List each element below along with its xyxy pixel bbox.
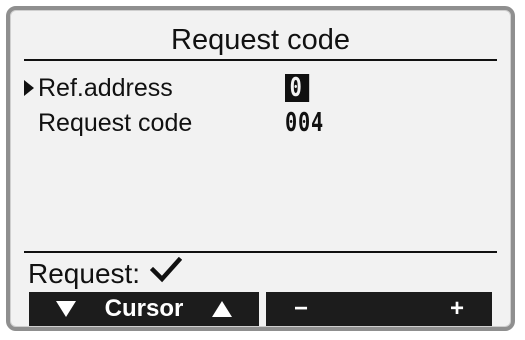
field-label: Ref.address [38,74,173,102]
softkey-bar: Cursor − + [29,292,492,326]
request-code-value: 004 [285,108,324,138]
cursor-softkey[interactable]: Cursor [29,292,259,326]
request-label: Request: [28,257,141,289]
down-triangle-icon[interactable] [55,301,76,317]
status-divider [24,251,497,253]
value-softkey[interactable]: − + [266,292,492,326]
checkmark-icon [149,256,183,290]
cursor-label: Cursor [104,295,184,322]
screen-title: Request code [171,24,350,56]
request-status: Request: [28,256,183,290]
cursor-arrow-icon [24,80,34,96]
field-ref-address[interactable]: Ref.address [24,74,173,102]
plus-button[interactable]: + [450,295,464,323]
remote-controller-lcd: Request code Ref.address 0 Request code … [6,6,515,331]
ref-address-value[interactable]: 0 [285,74,309,102]
field-label: Request code [38,109,193,137]
up-triangle-icon[interactable] [212,301,233,317]
minus-button[interactable]: − [294,295,308,323]
field-request-code[interactable]: Request code [38,109,192,137]
title-divider [24,59,497,61]
